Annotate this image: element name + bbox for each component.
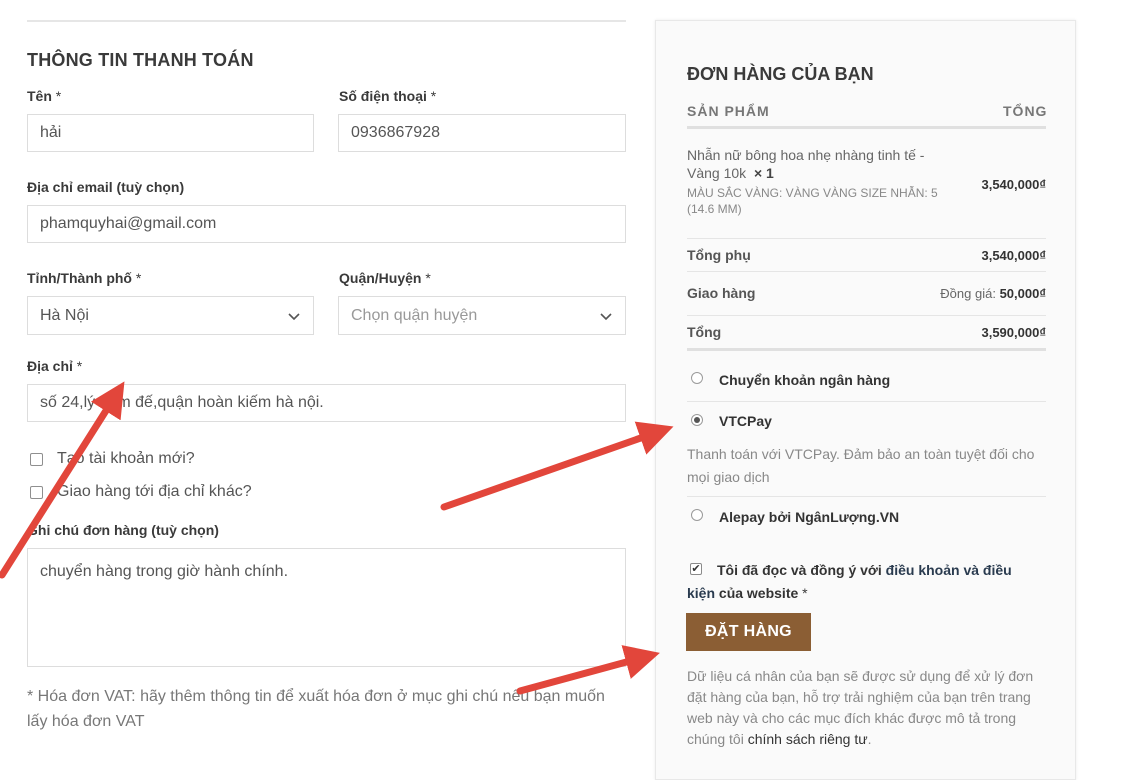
chevron-down-icon [288,312,300,320]
terms-label: Tôi đã đọc và đồng ý với điều khoản và đ… [687,562,1012,601]
address-label: Địa chỉ * [27,358,83,374]
create-account-checkbox[interactable] [30,452,43,466]
payment-label-alepay[interactable]: Alepay bởi NgânLượng.VN [719,509,899,525]
header-divider [687,126,1046,129]
divider [687,271,1046,272]
privacy-policy-link[interactable]: chính sách riêng tư [748,731,868,747]
payment-label-vtcpay[interactable]: VTCPay [719,413,772,429]
phone-input[interactable] [338,114,626,152]
create-account-option[interactable]: Tạo tài khoản mới? [30,450,195,468]
notes-label: Ghi chú đơn hàng (tuỳ chọn) [27,522,219,538]
payment-radio-alepay[interactable] [691,509,703,521]
terms-checkbox[interactable]: ✔ [690,563,702,575]
column-total-header: TỔNG [1003,103,1048,119]
privacy-notice: Dữ liệu cá nhân của bạn sẽ được sử dụng … [687,668,1034,747]
divider [687,496,1046,497]
create-account-label: Tạo tài khoản mới? [57,450,195,467]
first-name-label: Tên * [27,88,62,104]
chevron-down-icon [600,312,612,320]
shipping-label: Giao hàng [687,285,756,301]
province-value: Hà Nội [40,306,89,324]
first-name-input[interactable] [27,114,314,152]
vtcpay-description: Thanh toán với VTCPay. Đảm bảo an toàn t… [687,446,1035,485]
total-value: 3,590,000₫ [981,325,1046,340]
order-notes-textarea[interactable]: chuyển hàng trong giờ hành chính. [27,548,626,667]
district-label: Quận/Huyện * [339,270,431,286]
order-title: ĐƠN HÀNG CỦA BẠN [687,64,874,84]
divider [687,315,1046,316]
red-arrow-icon [440,421,674,511]
email-input[interactable] [27,205,626,243]
payment-label-bank-transfer[interactable]: Chuyển khoản ngân hàng [719,372,890,388]
vat-note: * Hóa đơn VAT: hãy thêm thông tin để xuấ… [27,688,605,730]
total-divider [687,348,1046,351]
divider [687,401,1046,402]
product-quantity: × 1 [753,165,774,181]
district-select[interactable]: Chọn quận huyện [338,296,626,335]
shipping-flat-rate-label: Đồng giá: [940,286,996,301]
shipping-value: Đồng giá: 50,000₫ [940,286,1046,301]
ship-different-checkbox[interactable] [30,485,43,499]
subtotal-label: Tổng phụ [687,247,751,263]
ship-different-label: Giao hàng tới địa chỉ khác? [57,483,252,500]
province-select[interactable]: Hà Nội [27,296,314,335]
payment-radio-bank-transfer[interactable] [691,372,703,384]
top-divider [27,20,626,22]
province-label: Tỉnh/Thành phố * [27,270,142,286]
district-placeholder: Chọn quận huyện [351,306,478,324]
ship-different-option[interactable]: Giao hàng tới địa chỉ khác? [30,483,252,501]
email-label: Địa chỉ email (tuỳ chọn) [27,179,185,195]
product-price: 3,540,000₫ [981,177,1046,192]
column-product-header: SẢN PHẨM [687,103,770,119]
phone-label: Số điện thoại * [339,88,437,104]
subtotal-value: 3,540,000₫ [981,248,1046,263]
place-order-button[interactable]: ĐẶT HÀNG [686,613,811,651]
product-name: Nhẫn nữ bông hoa nhẹ nhàng tinh tế - Vàn… [687,147,925,181]
payment-radio-vtcpay[interactable] [691,414,703,426]
total-label: Tổng [687,324,722,340]
product-variation: MÀU SẮC VÀNG: VÀNG VÀNG SIZE NHẪN: 5 (14… [687,186,938,216]
divider [687,238,1046,239]
address-input[interactable] [27,384,626,422]
billing-title: THÔNG TIN THANH TOÁN [27,50,254,70]
